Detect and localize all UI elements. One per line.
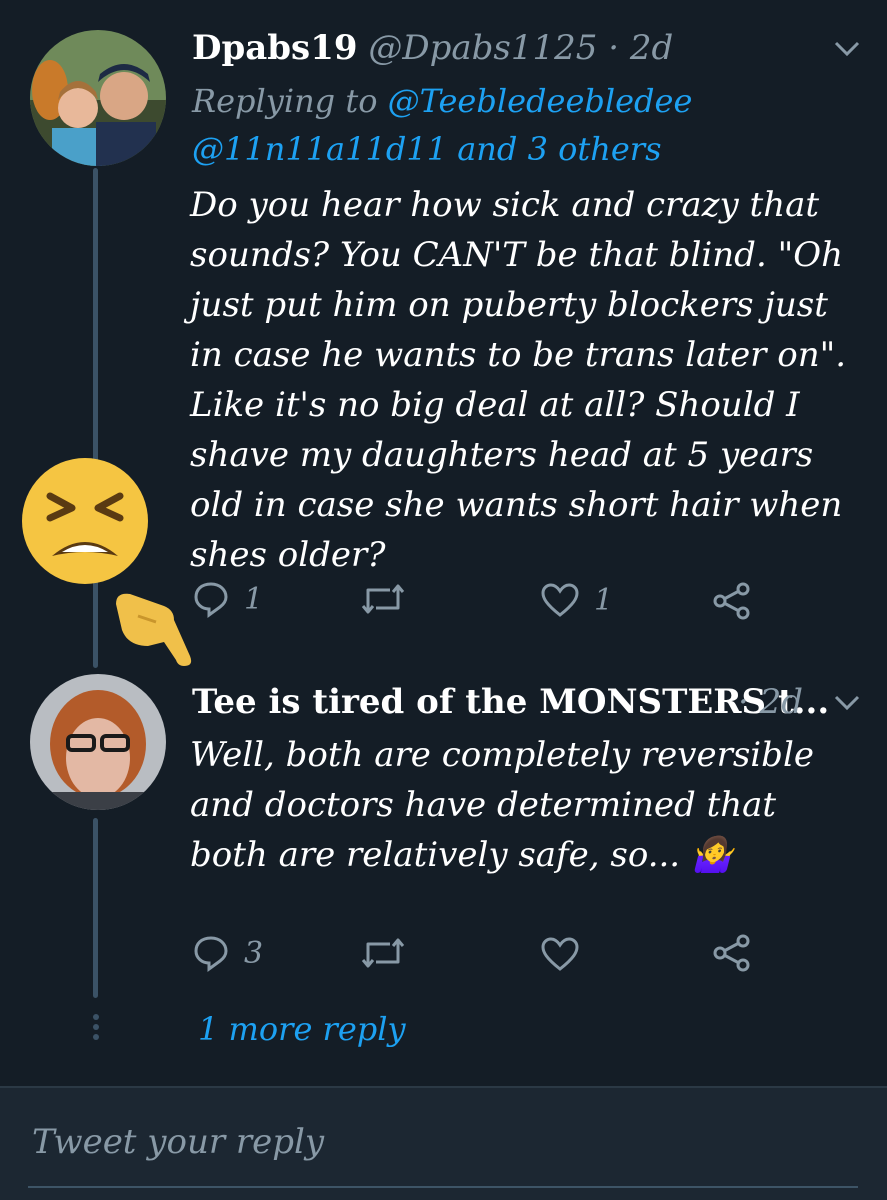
timestamp[interactable]: · 2d — [608, 28, 673, 68]
replying-to: Replying to @Teebledeebledee — [192, 82, 692, 120]
retweet-button[interactable] — [360, 936, 420, 970]
share-button[interactable] — [712, 582, 752, 620]
like-button[interactable] — [540, 936, 594, 972]
mention-others-link[interactable]: @11n11a11d11 and 3 others — [192, 130, 661, 168]
share-button[interactable] — [712, 934, 752, 972]
thread-line-lower — [93, 818, 98, 998]
replying-to-label: Replying to — [192, 82, 378, 120]
chevron-down-icon[interactable] — [832, 692, 862, 718]
persevering-face-emoji — [20, 456, 150, 590]
reply-icon — [194, 582, 228, 618]
tweet2-header: Tee is tired of the MONSTERS t... — [192, 682, 829, 722]
tweet1-header: Dpabs19 @Dpabs1125 · 2d — [192, 28, 673, 68]
reply-button[interactable]: 1 — [192, 580, 263, 618]
reply-count: 1 — [244, 581, 264, 617]
more-replies-link[interactable]: 1 more reply — [198, 1010, 406, 1048]
timestamp[interactable]: · 2d — [738, 682, 803, 722]
chevron-down-icon[interactable] — [832, 38, 862, 64]
mention-link[interactable]: @Teebledeebledee — [388, 82, 693, 120]
retweet-icon — [361, 584, 405, 614]
tweet2-time-wrap: · 2d — [738, 682, 803, 722]
reply-button[interactable]: 3 — [192, 934, 263, 972]
display-name[interactable]: Dpabs19 — [192, 28, 358, 68]
retweet-icon — [361, 938, 405, 968]
thread-dots — [91, 1012, 100, 1052]
replying-to-line2: @11n11a11d11 and 3 others — [192, 130, 661, 168]
reply-input-underline — [28, 1186, 858, 1188]
share-icon — [713, 582, 750, 620]
share-icon — [713, 934, 750, 972]
reply-icon — [194, 936, 228, 972]
tweet1-text: Do you hear how sick and crazy that soun… — [190, 185, 847, 575]
like-count: 1 — [594, 582, 614, 618]
pointing-hand-emoji — [108, 586, 198, 674]
thread-line-upper — [93, 168, 98, 668]
handle[interactable]: @Dpabs1125 — [368, 28, 597, 68]
avatar[interactable] — [30, 674, 166, 810]
avatar[interactable] — [30, 30, 166, 166]
heart-icon — [541, 937, 579, 971]
tweet2-text: Well, both are completely reversible and… — [190, 735, 814, 875]
display-name[interactable]: Tee is tired of the MONSTERS t... — [192, 682, 829, 722]
heart-icon — [541, 583, 579, 617]
retweet-button[interactable] — [360, 582, 420, 616]
like-button[interactable]: 1 — [540, 582, 613, 618]
reply-count: 3 — [244, 935, 264, 971]
reply-input[interactable]: Tweet your reply — [32, 1122, 324, 1162]
